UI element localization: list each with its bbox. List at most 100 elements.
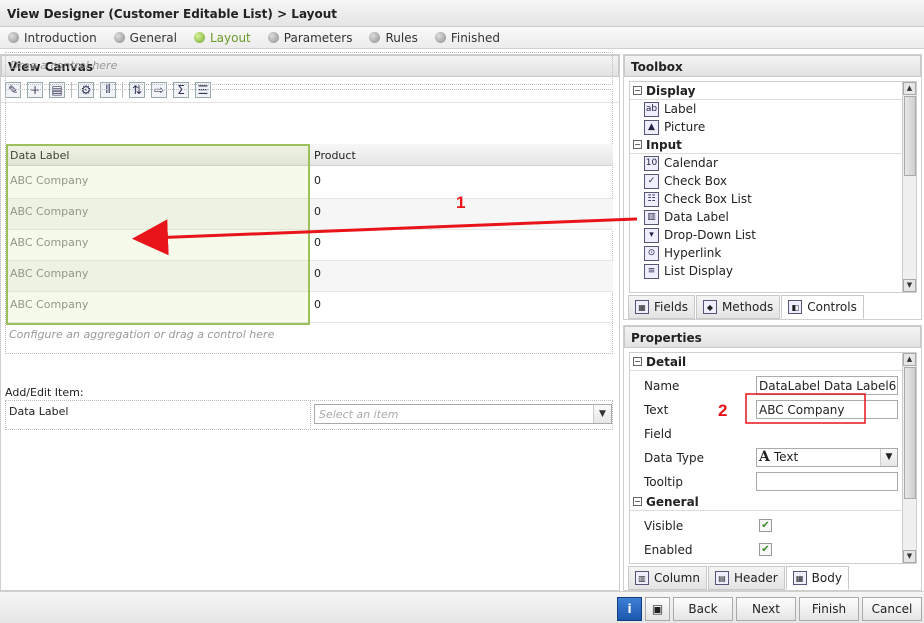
toolbox-item-calendar[interactable]: 10 Calendar: [630, 154, 916, 172]
next-button[interactable]: Next: [736, 597, 796, 621]
checkbox-icon: ✓: [644, 173, 659, 189]
table-cell[interactable]: ABC Company: [6, 168, 310, 199]
table-cell[interactable]: 0: [310, 199, 613, 230]
group-input[interactable]: − Input: [630, 136, 916, 154]
finish-button[interactable]: Finish: [799, 597, 859, 621]
table-cell[interactable]: 0: [310, 292, 613, 323]
scroll-thumb[interactable]: [904, 367, 916, 499]
table-cell[interactable]: ABC Company: [6, 292, 310, 323]
wizard-steps: Introduction General Layout Parameters R…: [0, 27, 924, 49]
toolbox-tabs: ▦ Fields ◆ Methods ◧ Controls: [628, 295, 865, 319]
info-icon[interactable]: i: [617, 597, 642, 621]
enabled-checkbox[interactable]: ✔: [759, 543, 772, 556]
step-dot-icon: [267, 32, 279, 43]
toolbox-item-picture[interactable]: ▲ Picture: [630, 118, 916, 136]
prop-row-visible: Visible ✔: [630, 514, 904, 538]
scroll-thumb[interactable]: [904, 96, 916, 176]
prop-row-field: Field: [644, 427, 672, 441]
chevron-down-icon[interactable]: ▼: [880, 449, 897, 466]
step-dot-icon: [113, 32, 125, 43]
cancel-button[interactable]: Cancel: [862, 597, 922, 621]
tooltip-input[interactable]: [756, 472, 898, 491]
picture-icon: ▲: [644, 119, 659, 135]
back-button[interactable]: Back: [673, 597, 733, 621]
group-display[interactable]: − Display: [630, 82, 916, 100]
step-rules[interactable]: Rules: [369, 31, 418, 45]
header-icon: ▤: [714, 571, 729, 585]
column-header-product[interactable]: Product: [310, 144, 613, 166]
step-layout[interactable]: Layout: [193, 31, 251, 45]
step-finished[interactable]: Finished: [434, 31, 500, 45]
visible-checkbox[interactable]: ✔: [759, 519, 772, 532]
scroll-down-icon[interactable]: ▼: [903, 550, 916, 563]
table-cell[interactable]: ABC Company: [6, 261, 310, 292]
footer-bar: i ▣ Back Next Finish Cancel: [0, 591, 924, 623]
tab-fields[interactable]: ▦ Fields: [628, 295, 695, 319]
toolbox-item-label[interactable]: ab Label: [630, 100, 916, 118]
fields-icon: ▦: [635, 300, 649, 314]
properties-panel: Properties − Detail Name DataLabel Data L…: [623, 325, 922, 591]
dropdown-icon: ▾: [644, 227, 659, 243]
step-dot-icon: [8, 32, 19, 43]
tab-controls[interactable]: ◧ Controls: [781, 295, 864, 319]
window-title: View Designer (Customer Editable List) >…: [0, 0, 924, 27]
toolbox-item-data-label[interactable]: ▥ Data Label: [630, 208, 916, 226]
save-icon[interactable]: ▣: [645, 597, 670, 621]
hyperlink-icon: ⊙: [644, 245, 659, 261]
name-input[interactable]: DataLabel Data Label6: [756, 376, 898, 395]
properties-title: Properties: [624, 326, 921, 348]
tab-body[interactable]: ▦ Body: [785, 566, 849, 590]
step-general[interactable]: General: [113, 31, 177, 45]
toolbox-item-check-box[interactable]: ✓ Check Box: [630, 172, 916, 190]
scroll-down-icon[interactable]: ▼: [903, 279, 916, 292]
step-dot-icon: [193, 32, 205, 43]
toolbox-scrollbar[interactable]: ▲ ▼: [902, 82, 916, 292]
checkbox-list-icon: ☷: [644, 191, 659, 207]
scroll-up-icon[interactable]: ▲: [903, 353, 916, 366]
tab-column[interactable]: ▥ Column: [628, 566, 707, 590]
properties-list: − Detail Name DataLabel Data Label6 Text …: [629, 352, 917, 564]
collapse-icon[interactable]: −: [633, 357, 642, 366]
table-cell[interactable]: 0: [310, 168, 613, 199]
list-display-icon: ≡: [644, 263, 659, 279]
properties-scrollbar[interactable]: ▲ ▼: [902, 353, 916, 563]
drop-zone[interactable]: Drag a control here: [5, 52, 613, 85]
collapse-icon[interactable]: −: [633, 140, 642, 149]
chevron-down-icon[interactable]: ▼: [593, 405, 611, 423]
table-cell[interactable]: ABC Company: [6, 230, 310, 261]
tab-header[interactable]: ▤ Header: [707, 566, 785, 590]
toolbox-list: − Display ab Label ▲ Picture − Input 10 Calen…: [629, 81, 917, 293]
data-label-icon: ▥: [644, 209, 659, 225]
column-header-data-label[interactable]: Data Label: [6, 144, 310, 166]
toolbox-item-drop-down-list[interactable]: ▾ Drop-Down List: [630, 226, 916, 244]
table-cell[interactable]: ABC Company: [6, 199, 310, 230]
collapse-icon[interactable]: −: [633, 497, 642, 506]
add-edit-select[interactable]: Select an item ▼: [314, 404, 612, 424]
table-cell[interactable]: 0: [310, 261, 613, 292]
body-icon: ▦: [792, 571, 807, 585]
calendar-icon: 10: [644, 155, 659, 171]
text-input[interactable]: ABC Company: [756, 400, 898, 419]
table-cell[interactable]: 0: [310, 230, 613, 261]
step-dot-icon: [369, 32, 381, 43]
group-detail[interactable]: − Detail: [630, 353, 904, 371]
text-type-icon: A: [759, 449, 770, 465]
collapse-icon[interactable]: −: [633, 86, 642, 95]
add-edit-label: Data Label: [9, 405, 69, 418]
toolbox-panel: Toolbox − Display ab Label ▲ Picture − Input…: [623, 54, 922, 320]
toolbox-item-hyperlink[interactable]: ⊙ Hyperlink: [630, 244, 916, 262]
tab-methods[interactable]: ◆ Methods: [695, 295, 781, 319]
controls-icon: ◧: [788, 300, 803, 314]
column-icon: ▥: [635, 571, 649, 585]
group-general[interactable]: − General: [630, 493, 904, 511]
properties-tabs: ▥ Column ▤ Header ▦ Body: [628, 566, 850, 590]
step-introduction[interactable]: Introduction: [8, 31, 97, 45]
methods-icon: ◆: [702, 300, 717, 314]
scroll-up-icon[interactable]: ▲: [903, 82, 916, 95]
step-parameters[interactable]: Parameters: [267, 31, 352, 45]
toolbox-item-list-display[interactable]: ≡ List Display: [630, 262, 916, 280]
data-type-select[interactable]: A Text ▼: [756, 448, 898, 467]
prop-row-enabled: Enabled ✔: [630, 538, 904, 562]
aggregation-hint[interactable]: Configure an aggregation or drag a contr…: [9, 328, 274, 341]
toolbox-item-check-box-list[interactable]: ☷ Check Box List: [630, 190, 916, 208]
